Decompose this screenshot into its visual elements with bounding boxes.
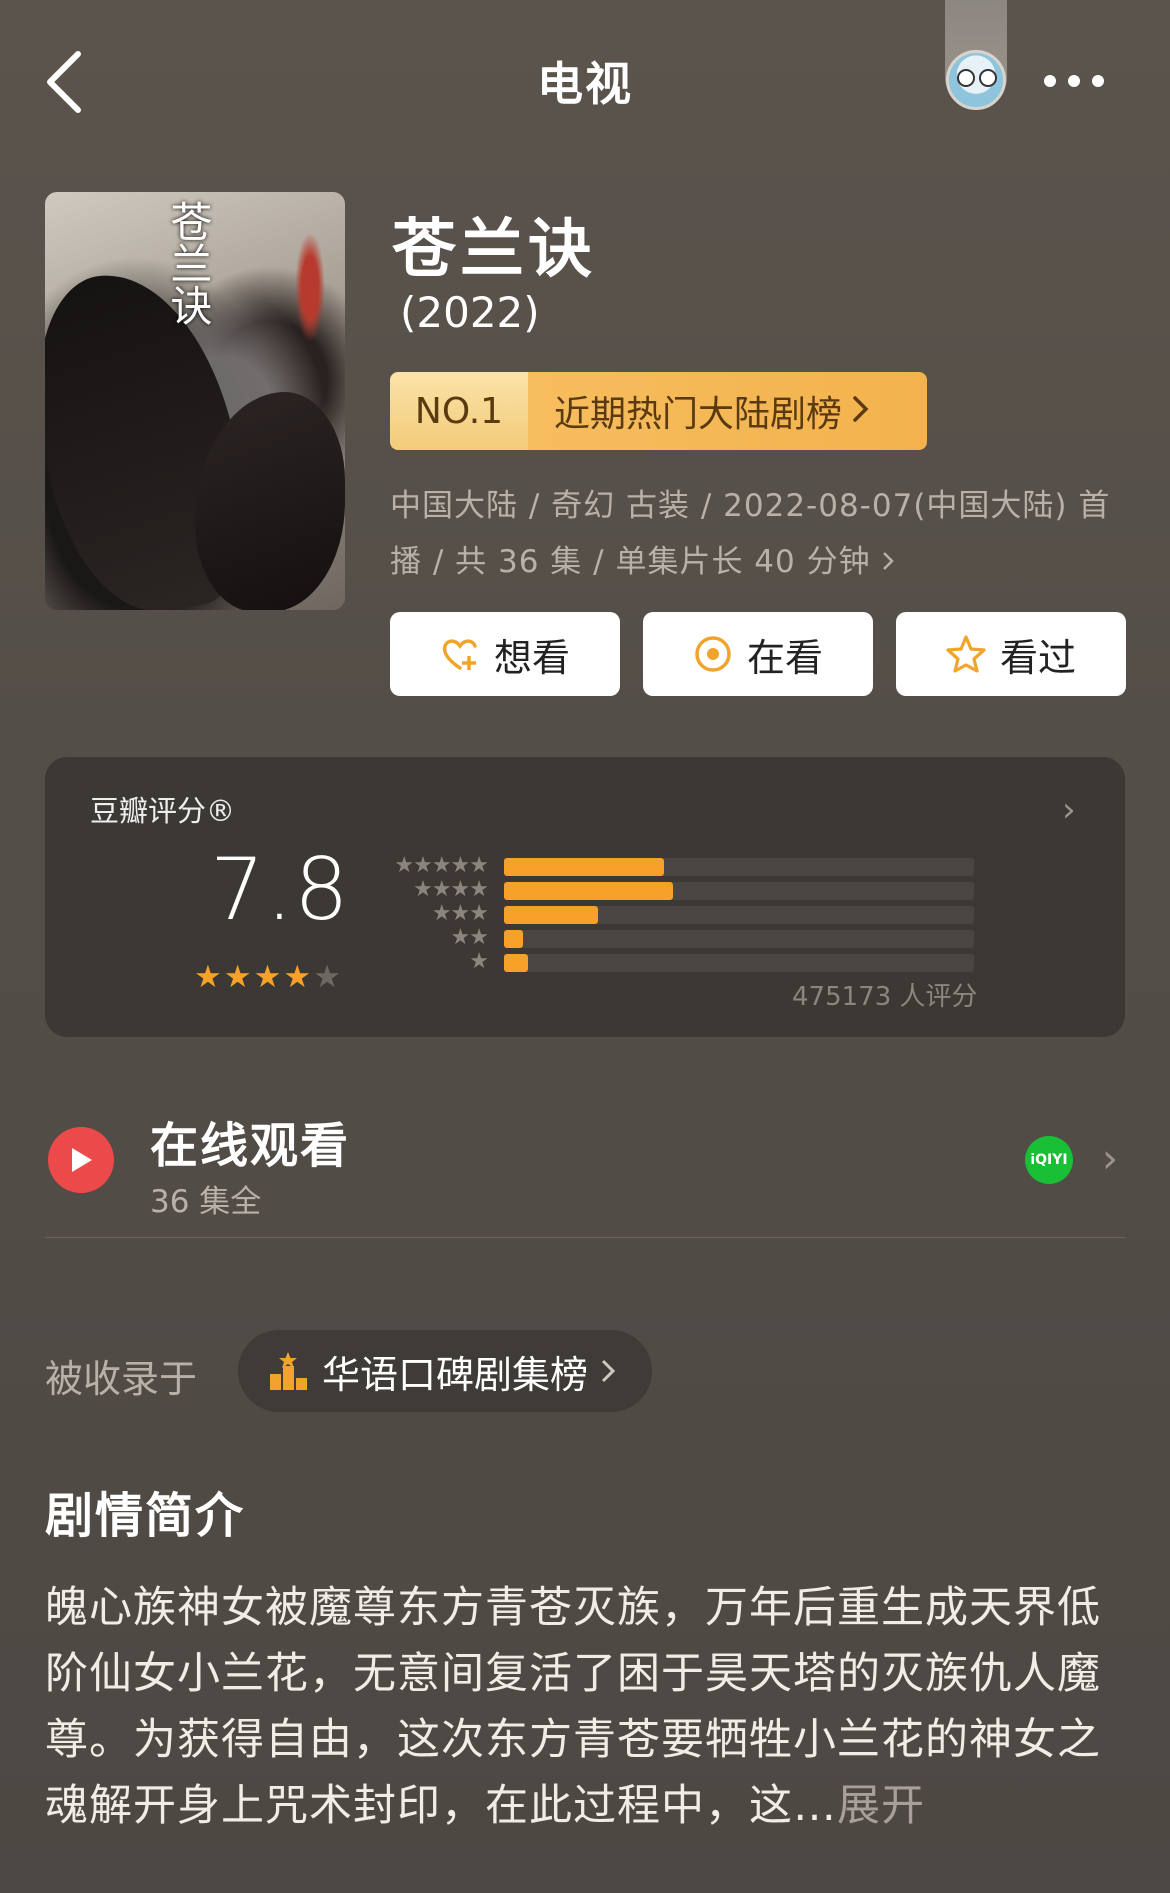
chevron-right-icon bbox=[852, 391, 870, 432]
watched-button[interactable]: 看过 bbox=[896, 612, 1126, 696]
star-icon bbox=[946, 635, 986, 673]
distribution-row: ★★★★ bbox=[380, 877, 980, 902]
target-icon bbox=[695, 636, 731, 672]
distribution-stars: ★★★★ bbox=[413, 877, 489, 902]
more-icon[interactable] bbox=[1044, 66, 1114, 96]
chevron-right-icon bbox=[881, 544, 895, 580]
poster-image[interactable]: 苍兰诀 bbox=[45, 192, 345, 610]
rank-label: 近期热门大陆剧榜 bbox=[554, 394, 843, 435]
rating-stars: ★ ★ ★ ★ ★ bbox=[194, 962, 341, 993]
distribution-track bbox=[504, 858, 974, 876]
rating-star-icon: ★ bbox=[283, 959, 312, 995]
distribution-row: ★★ bbox=[380, 925, 980, 950]
expand-link[interactable]: 展开 bbox=[837, 1781, 925, 1831]
watching-button[interactable]: 在看 bbox=[643, 612, 873, 696]
distribution-track bbox=[504, 882, 974, 900]
distribution-track bbox=[504, 930, 974, 948]
rank-number: NO.1 bbox=[390, 372, 528, 450]
avatar[interactable] bbox=[946, 50, 1006, 110]
heart-plus-icon bbox=[442, 639, 477, 670]
want-label: 想看 bbox=[493, 635, 570, 680]
synopsis-body: 魄心族神女被魔尊东方青苍灭族，万年后重生成天界低阶仙女小兰花，无意间复活了困于昊… bbox=[45, 1583, 1101, 1831]
chevron-right-icon bbox=[600, 1349, 616, 1393]
online-title[interactable]: 在线观看 bbox=[150, 1106, 350, 1176]
collected-chip-label: 华语口碑剧集榜 bbox=[322, 1352, 589, 1397]
distribution-row: ★★★ bbox=[380, 901, 980, 926]
poster-calligraphy: 苍兰诀 bbox=[164, 200, 213, 326]
want-button[interactable]: 想看 bbox=[390, 612, 620, 696]
divider bbox=[45, 1237, 1125, 1238]
distribution-bar bbox=[504, 954, 528, 972]
iqiyi-icon[interactable]: iQIYI bbox=[1025, 1136, 1073, 1184]
distribution-bar bbox=[504, 882, 674, 900]
synopsis-title: 剧情简介 bbox=[45, 1488, 246, 1544]
podium-icon bbox=[268, 1350, 310, 1392]
show-year: (2022) bbox=[400, 288, 540, 337]
distribution-bar bbox=[504, 906, 598, 924]
collected-chip[interactable]: 华语口碑剧集榜 bbox=[238, 1330, 652, 1412]
synopsis-text: 魄心族神女被魔尊东方青苍灭族，万年后重生成天界低阶仙女小兰花，无意间复活了困于昊… bbox=[45, 1575, 1130, 1839]
rating-star-icon: ★ bbox=[223, 959, 252, 995]
distribution-stars: ★★★ bbox=[431, 901, 489, 926]
rating-score: 7.8 bbox=[210, 840, 350, 940]
online-subtitle: 36 集全 bbox=[150, 1184, 262, 1220]
rating-title: 豆瓣评分® bbox=[90, 794, 236, 828]
meta-line: 中国大陆 / 奇幻 古装 / 2022-08-07(中国大陆) 首 bbox=[390, 488, 1111, 524]
distribution-bar bbox=[504, 930, 523, 948]
play-icon[interactable] bbox=[48, 1127, 114, 1193]
chevron-right-icon[interactable]: › bbox=[1062, 790, 1076, 830]
rating-star-icon: ★ bbox=[194, 959, 222, 995]
distribution-row: ★ bbox=[380, 949, 980, 974]
distribution-stars: ★★ bbox=[450, 925, 489, 950]
collected-label: 被收录于 bbox=[45, 1357, 198, 1401]
rating-star-icon: ★ bbox=[253, 959, 282, 995]
distribution-track bbox=[504, 906, 974, 924]
show-title: 苍兰诀 bbox=[392, 213, 596, 287]
meta-line: 播 / 共 36 集 / 单集片长 40 分钟 bbox=[390, 544, 871, 580]
distribution-stars: ★★★★★ bbox=[394, 853, 489, 878]
chevron-right-icon[interactable]: › bbox=[1102, 1136, 1118, 1182]
distribution-track bbox=[504, 954, 974, 972]
watching-label: 在看 bbox=[746, 635, 823, 680]
watched-label: 看过 bbox=[999, 635, 1076, 680]
rank-badge[interactable]: NO.1 近期热门大陆剧榜 bbox=[390, 372, 927, 450]
rating-count: 475173 人评分 bbox=[792, 982, 978, 1012]
show-meta[interactable]: 中国大陆 / 奇幻 古装 / 2022-08-07(中国大陆) 首 播 / 共 … bbox=[390, 478, 1130, 590]
distribution-row: ★★★★★ bbox=[380, 853, 980, 878]
distribution-stars: ★ bbox=[469, 949, 489, 974]
distribution-bar bbox=[504, 858, 664, 876]
rating-star-icon: ★ bbox=[313, 959, 341, 995]
